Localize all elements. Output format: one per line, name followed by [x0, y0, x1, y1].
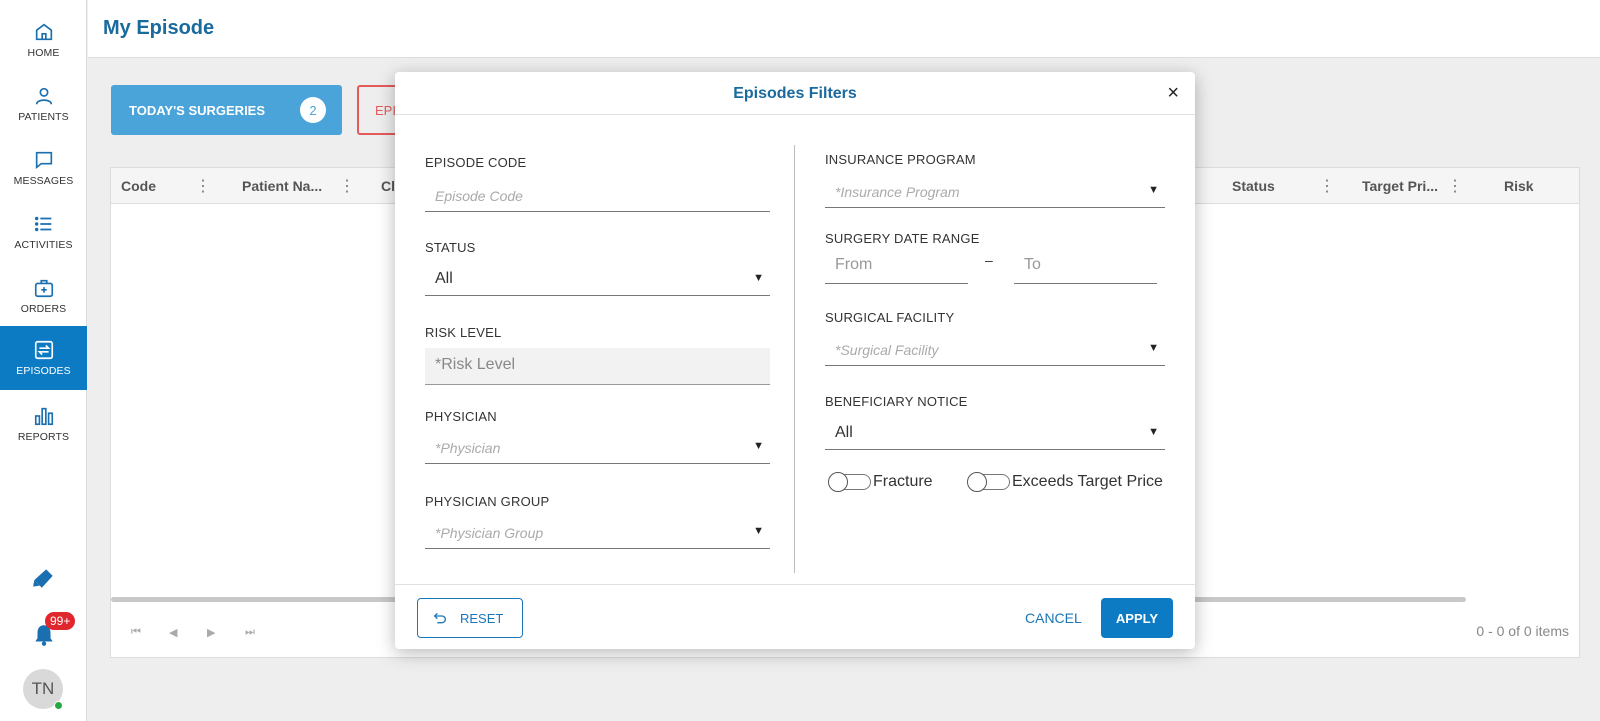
episode-code-label: EPISODE CODE	[425, 155, 527, 170]
modal-overlay: Episodes Filters × EPISODE CODE Episode …	[0, 0, 1600, 721]
status-value: All	[435, 270, 453, 287]
reset-button[interactable]: RESET	[417, 598, 523, 638]
insurance-program-label: INSURANCE PROGRAM	[825, 152, 976, 167]
surgical-facility-placeholder: *Surgical Facility	[835, 342, 939, 358]
physician-group-select[interactable]: *Physician Group ▼	[425, 515, 770, 549]
close-icon[interactable]: ×	[1167, 82, 1179, 105]
episode-code-input[interactable]: Episode Code	[425, 178, 770, 212]
date-from-placeholder: From	[835, 256, 873, 273]
risk-level-label: RISK LEVEL	[425, 325, 502, 340]
physician-placeholder: *Physician	[435, 440, 501, 456]
insurance-program-select[interactable]: *Insurance Program ▼	[825, 174, 1165, 208]
surgical-facility-select[interactable]: *Surgical Facility ▼	[825, 332, 1165, 366]
reset-button-label: RESET	[460, 610, 504, 626]
insurance-program-placeholder: *Insurance Program	[835, 184, 960, 200]
apply-button-label: APPLY	[1115, 610, 1159, 626]
chevron-down-icon: ▼	[753, 440, 764, 452]
risk-level-placeholder: *Risk Level	[435, 356, 516, 373]
episode-code-placeholder: Episode Code	[435, 188, 523, 204]
dialog-footer-divider	[395, 584, 1195, 585]
exceeds-target-price-toggle[interactable]	[967, 472, 1010, 492]
surgical-facility-label: SURGICAL FACILITY	[825, 310, 955, 325]
status-select[interactable]: All ▼	[425, 262, 770, 296]
chevron-down-icon: ▼	[1148, 342, 1159, 354]
date-from-input[interactable]: From	[825, 248, 968, 284]
toggle-knob	[828, 472, 848, 492]
episodes-filters-dialog: Episodes Filters × EPISODE CODE Episode …	[395, 72, 1195, 649]
exceeds-target-price-label: Exceeds Target Price	[1012, 473, 1163, 490]
surgery-date-range-label: SURGERY DATE RANGE	[825, 231, 980, 246]
column-divider	[794, 145, 795, 573]
apply-button[interactable]: APPLY	[1101, 598, 1173, 638]
date-to-input[interactable]: To	[1014, 248, 1157, 284]
fracture-toggle[interactable]	[828, 472, 871, 492]
risk-level-select[interactable]: *Risk Level	[425, 348, 770, 385]
physician-select[interactable]: *Physician ▼	[425, 430, 770, 464]
physician-group-placeholder: *Physician Group	[435, 525, 544, 541]
chevron-down-icon: ▼	[1148, 426, 1159, 438]
dialog-title: Episodes Filters	[733, 85, 857, 102]
date-to-placeholder: To	[1024, 256, 1041, 273]
status-label: STATUS	[425, 240, 476, 255]
chevron-down-icon: ▼	[1148, 184, 1159, 196]
beneficiary-notice-value: All	[835, 424, 853, 441]
toggle-knob	[967, 472, 987, 492]
physician-group-label: PHYSICIAN GROUP	[425, 494, 550, 509]
chevron-down-icon: ▼	[753, 272, 764, 284]
fracture-label: Fracture	[873, 473, 933, 490]
date-range-separator: –	[985, 252, 993, 268]
beneficiary-notice-select[interactable]: All ▼	[825, 416, 1165, 450]
physician-label: PHYSICIAN	[425, 409, 497, 424]
chevron-down-icon: ▼	[753, 525, 764, 537]
beneficiary-notice-label: BENEFICIARY NOTICE	[825, 394, 968, 409]
cancel-button[interactable]: CANCEL	[1025, 610, 1082, 626]
undo-icon	[433, 612, 446, 624]
dialog-header: Episodes Filters ×	[395, 72, 1195, 115]
